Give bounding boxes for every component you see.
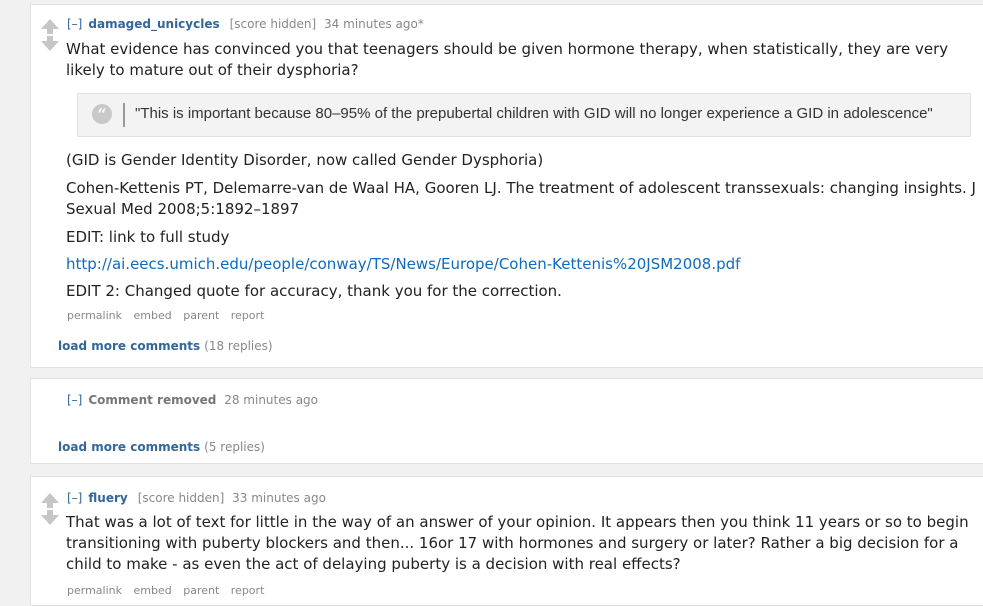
score-label: [score hidden]	[229, 17, 317, 31]
downvote-arrow-icon[interactable]	[41, 36, 59, 51]
parent-button[interactable]: parent	[183, 584, 219, 597]
study-link-paragraph: http://ai.eecs.umich.edu/people/conway/T…	[66, 254, 976, 275]
permalink-button[interactable]: permalink	[67, 584, 122, 597]
comment-paragraph: Cohen-Kettenis PT, Delemarre-van de Waal…	[66, 179, 976, 218]
downvote-arrow-icon[interactable]	[41, 510, 59, 525]
blockquote: “ "This is important because 80–95% of t…	[77, 93, 971, 137]
comment-removed: [–] Comment removed 28 minutes ago load m…	[30, 378, 983, 464]
quote-icon: “	[92, 104, 112, 124]
load-more-link[interactable]: load more comments	[58, 339, 200, 353]
comment-paragraph: (GID is Gender Identity Disorder, now ca…	[66, 151, 544, 169]
removed-label: Comment removed	[88, 393, 217, 407]
author-link[interactable]: fluery	[88, 491, 127, 505]
quote-divider	[123, 103, 125, 127]
reply-count: (5 replies)	[204, 440, 265, 454]
collapse-toggle[interactable]: [–]	[67, 393, 82, 407]
quote-text: "This is important because 80–95% of the…	[135, 105, 933, 122]
comment-tagline: [–] fluery [score hidden] 33 minutes ago	[67, 491, 326, 505]
comment-paragraph: What evidence has convinced you that tee…	[66, 40, 949, 79]
author-link[interactable]: damaged_unicycles	[88, 17, 219, 31]
vote-arrows	[41, 493, 59, 525]
timestamp: 34 minutes ago*	[324, 17, 424, 31]
comment: [–] damaged_unicycles [score hidden] 34 mi…	[30, 4, 983, 368]
load-more-comments: load more comments (18 replies)	[58, 339, 273, 353]
comment-tagline: [–] damaged_unicycles [score hidden] 34 mi…	[67, 17, 424, 31]
timestamp: 28 minutes ago	[224, 393, 319, 407]
collapse-toggle[interactable]: [–]	[67, 17, 82, 31]
permalink-button[interactable]: permalink	[67, 309, 122, 322]
comment-paragraph: EDIT: link to full study	[66, 228, 230, 246]
comment-paragraph: That was a lot of text for little in the…	[66, 513, 969, 573]
comment: [–] fluery [score hidden] 33 minutes ago T…	[30, 476, 983, 606]
parent-button[interactable]: parent	[183, 309, 219, 322]
comment-tagline: [–] Comment removed 28 minutes ago	[67, 393, 318, 407]
timestamp: 33 minutes ago	[232, 491, 326, 505]
collapse-toggle[interactable]: [–]	[67, 491, 82, 505]
study-link[interactable]: http://ai.eecs.umich.edu/people/conway/T…	[66, 255, 740, 273]
comment-buttons: permalink embed parent report	[67, 309, 272, 322]
comment-buttons: permalink embed parent report	[67, 584, 272, 597]
report-button[interactable]: report	[231, 309, 265, 322]
vote-arrows	[41, 19, 59, 51]
load-more-comments: load more comments (5 replies)	[58, 440, 265, 454]
load-more-link[interactable]: load more comments	[58, 440, 200, 454]
embed-button[interactable]: embed	[134, 309, 172, 322]
reply-count: (18 replies)	[204, 339, 273, 353]
score-label: [score hidden]	[137, 491, 225, 505]
report-button[interactable]: report	[231, 584, 265, 597]
embed-button[interactable]: embed	[134, 584, 172, 597]
upvote-arrow-icon[interactable]	[41, 493, 59, 508]
comment-paragraph: EDIT 2: Changed quote for accuracy, than…	[66, 282, 562, 300]
upvote-arrow-icon[interactable]	[41, 19, 59, 34]
